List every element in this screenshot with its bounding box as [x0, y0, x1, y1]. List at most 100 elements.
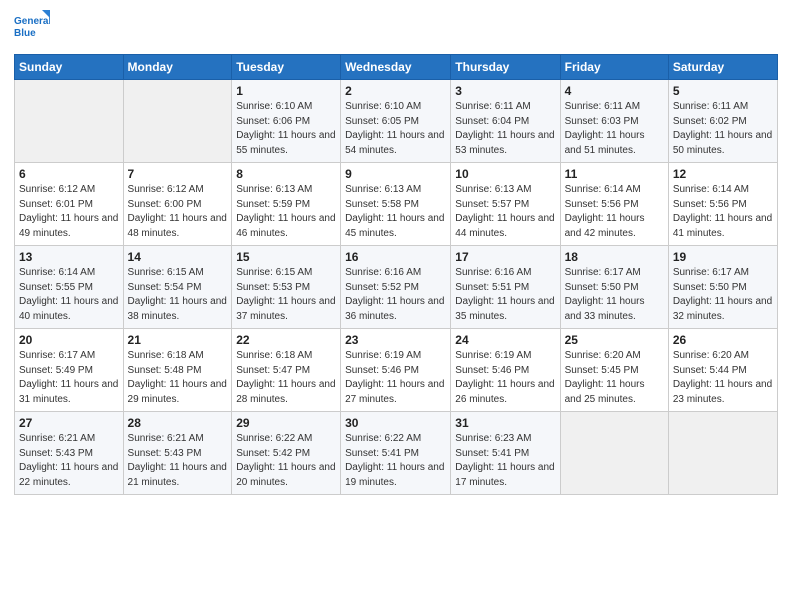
day-number: 1: [236, 84, 336, 98]
day-cell: 29 Sunrise: 6:22 AMSunset: 5:42 PMDayligh…: [232, 412, 341, 495]
week-row-0: 1 Sunrise: 6:10 AMSunset: 6:06 PMDaylight…: [15, 80, 778, 163]
day-info: Sunrise: 6:11 AMSunset: 6:03 PMDaylight:…: [565, 100, 664, 158]
day-cell: 13Sunrise: 6:14 AMSunset: 5:55 PMDayligh…: [15, 246, 124, 329]
day-cell: [560, 412, 668, 495]
day-number: 11: [565, 167, 664, 181]
day-number: 14: [128, 250, 228, 264]
day-cell: 24Sunrise: 6:19 AMSunset: 5:46 PMDayligh…: [451, 329, 560, 412]
day-info: Sunrise: 6:15 AMSunset: 5:54 PMDaylight:…: [128, 266, 228, 324]
day-cell: 23Sunrise: 6:19 AMSunset: 5:46 PMDayligh…: [341, 329, 451, 412]
day-cell: 12 Sunrise: 6:14 AMSunset: 5:56 PMDayligh…: [668, 163, 777, 246]
day-number: 30: [345, 416, 446, 430]
calendar-page: General Blue SundayMondayTuesdayWednesda…: [0, 0, 792, 612]
day-cell: 28 Sunrise: 6:21 AMSunset: 5:43 PMDayligh…: [123, 412, 232, 495]
day-info: Sunrise: 6:23 AMSunset: 5:41 PMDaylight:…: [455, 432, 555, 490]
col-header-sunday: Sunday: [15, 55, 124, 80]
svg-text:General: General: [14, 16, 50, 27]
day-info: Sunrise: 6:16 AMSunset: 5:51 PMDaylight:…: [455, 266, 555, 324]
day-info: Sunrise: 6:22 AMSunset: 5:41 PMDaylight:…: [345, 432, 446, 490]
day-cell: 30 Sunrise: 6:22 AMSunset: 5:41 PMDayligh…: [341, 412, 451, 495]
day-number: 27: [19, 416, 119, 430]
page-header: General Blue: [14, 10, 778, 46]
day-number: 25: [565, 333, 664, 347]
day-number: 31: [455, 416, 555, 430]
day-number: 29: [236, 416, 336, 430]
col-header-friday: Friday: [560, 55, 668, 80]
day-cell: 18Sunrise: 6:17 AMSunset: 5:50 PMDayligh…: [560, 246, 668, 329]
day-info: Sunrise: 6:14 AMSunset: 5:56 PMDaylight:…: [565, 183, 664, 241]
day-cell: 7 Sunrise: 6:12 AMSunset: 6:00 PMDaylight…: [123, 163, 232, 246]
day-number: 12: [673, 167, 773, 181]
day-info: Sunrise: 6:15 AMSunset: 5:53 PMDaylight:…: [236, 266, 336, 324]
day-cell: 14 Sunrise: 6:15 AMSunset: 5:54 PMDayligh…: [123, 246, 232, 329]
week-row-1: 6 Sunrise: 6:12 AMSunset: 6:01 PMDaylight…: [15, 163, 778, 246]
day-cell: 5 Sunrise: 6:11 AMSunset: 6:02 PMDaylight…: [668, 80, 777, 163]
day-number: 8: [236, 167, 336, 181]
day-number: 7: [128, 167, 228, 181]
day-cell: [15, 80, 124, 163]
day-number: 24: [455, 333, 555, 347]
day-number: 16: [345, 250, 446, 264]
day-number: 2: [345, 84, 446, 98]
day-info: Sunrise: 6:12 AMSunset: 6:00 PMDaylight:…: [128, 183, 228, 241]
week-row-3: 20 Sunrise: 6:17 AMSunset: 5:49 PMDayligh…: [15, 329, 778, 412]
day-cell: 31 Sunrise: 6:23 AMSunset: 5:41 PMDayligh…: [451, 412, 560, 495]
week-row-2: 13Sunrise: 6:14 AMSunset: 5:55 PMDayligh…: [15, 246, 778, 329]
day-cell: 3 Sunrise: 6:11 AMSunset: 6:04 PMDaylight…: [451, 80, 560, 163]
day-number: 19: [673, 250, 773, 264]
day-info: Sunrise: 6:10 AMSunset: 6:06 PMDaylight:…: [236, 100, 336, 158]
day-info: Sunrise: 6:13 AMSunset: 5:59 PMDaylight:…: [236, 183, 336, 241]
col-header-monday: Monday: [123, 55, 232, 80]
logo: General Blue: [14, 10, 50, 46]
col-header-saturday: Saturday: [668, 55, 777, 80]
day-info: Sunrise: 6:18 AMSunset: 5:47 PMDaylight:…: [236, 349, 336, 407]
day-cell: 25Sunrise: 6:20 AMSunset: 5:45 PMDayligh…: [560, 329, 668, 412]
day-cell: 6 Sunrise: 6:12 AMSunset: 6:01 PMDaylight…: [15, 163, 124, 246]
day-number: 28: [128, 416, 228, 430]
day-cell: 8 Sunrise: 6:13 AMSunset: 5:59 PMDaylight…: [232, 163, 341, 246]
col-header-tuesday: Tuesday: [232, 55, 341, 80]
col-header-wednesday: Wednesday: [341, 55, 451, 80]
day-number: 5: [673, 84, 773, 98]
day-number: 10: [455, 167, 555, 181]
day-info: Sunrise: 6:14 AMSunset: 5:56 PMDaylight:…: [673, 183, 773, 241]
day-cell: 15 Sunrise: 6:15 AMSunset: 5:53 PMDayligh…: [232, 246, 341, 329]
day-info: Sunrise: 6:21 AMSunset: 5:43 PMDaylight:…: [128, 432, 228, 490]
day-cell: 26 Sunrise: 6:20 AMSunset: 5:44 PMDayligh…: [668, 329, 777, 412]
day-info: Sunrise: 6:16 AMSunset: 5:52 PMDaylight:…: [345, 266, 446, 324]
day-number: 22: [236, 333, 336, 347]
day-number: 26: [673, 333, 773, 347]
day-number: 4: [565, 84, 664, 98]
day-info: Sunrise: 6:10 AMSunset: 6:05 PMDaylight:…: [345, 100, 446, 158]
day-info: Sunrise: 6:11 AMSunset: 6:02 PMDaylight:…: [673, 100, 773, 158]
day-cell: 11 Sunrise: 6:14 AMSunset: 5:56 PMDayligh…: [560, 163, 668, 246]
day-cell: 22 Sunrise: 6:18 AMSunset: 5:47 PMDayligh…: [232, 329, 341, 412]
day-info: Sunrise: 6:20 AMSunset: 5:44 PMDaylight:…: [673, 349, 773, 407]
day-number: 6: [19, 167, 119, 181]
calendar-table: SundayMondayTuesdayWednesdayThursdayFrid…: [14, 54, 778, 495]
day-info: Sunrise: 6:22 AMSunset: 5:42 PMDaylight:…: [236, 432, 336, 490]
day-cell: 27Sunrise: 6:21 AMSunset: 5:43 PMDayligh…: [15, 412, 124, 495]
day-info: Sunrise: 6:11 AMSunset: 6:04 PMDaylight:…: [455, 100, 555, 158]
day-number: 3: [455, 84, 555, 98]
day-info: Sunrise: 6:17 AMSunset: 5:49 PMDaylight:…: [19, 349, 119, 407]
day-number: 17: [455, 250, 555, 264]
day-cell: 17 Sunrise: 6:16 AMSunset: 5:51 PMDayligh…: [451, 246, 560, 329]
day-cell: 16 Sunrise: 6:16 AMSunset: 5:52 PMDayligh…: [341, 246, 451, 329]
day-info: Sunrise: 6:17 AMSunset: 5:50 PMDaylight:…: [565, 266, 664, 324]
col-header-thursday: Thursday: [451, 55, 560, 80]
day-info: Sunrise: 6:12 AMSunset: 6:01 PMDaylight:…: [19, 183, 119, 241]
day-number: 20: [19, 333, 119, 347]
day-info: Sunrise: 6:13 AMSunset: 5:57 PMDaylight:…: [455, 183, 555, 241]
day-cell: 9Sunrise: 6:13 AMSunset: 5:58 PMDaylight…: [341, 163, 451, 246]
day-info: Sunrise: 6:13 AMSunset: 5:58 PMDaylight:…: [345, 183, 446, 241]
week-row-4: 27 Sunrise: 6:21 AMSunset: 5:43 PMDayligh…: [15, 412, 778, 495]
svg-text:Blue: Blue: [14, 28, 36, 39]
day-cell: 21Sunrise: 6:18 AMSunset: 5:48 PMDayligh…: [123, 329, 232, 412]
day-cell: [123, 80, 232, 163]
day-cell: 4 Sunrise: 6:11 AMSunset: 6:03 PMDaylight…: [560, 80, 668, 163]
day-cell: 20 Sunrise: 6:17 AMSunset: 5:49 PMDayligh…: [15, 329, 124, 412]
day-cell: 19Sunrise: 6:17 AMSunset: 5:50 PMDayligh…: [668, 246, 777, 329]
day-number: 13: [19, 250, 119, 264]
day-number: 15: [236, 250, 336, 264]
